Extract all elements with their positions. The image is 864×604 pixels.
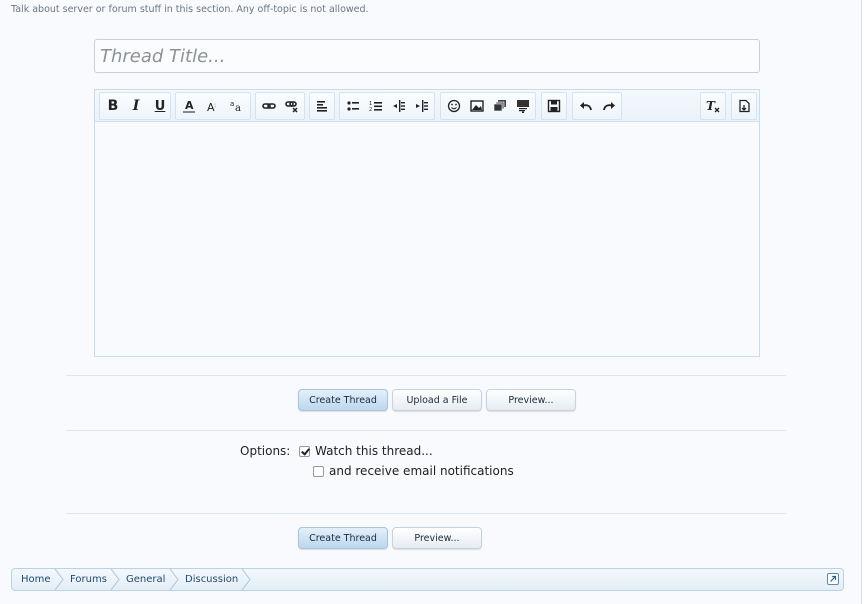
message-editor: B I U A A: aa 1 2 T <box>94 89 760 357</box>
svg-text:A: A <box>185 99 194 112</box>
svg-text:T: T <box>706 99 716 113</box>
bullet-list-icon[interactable] <box>343 96 363 116</box>
toolbar-group-insert <box>440 92 536 120</box>
breadcrumb-discussion[interactable]: Discussion <box>185 569 238 590</box>
create-thread-button-bottom[interactable]: Create Thread <box>298 527 388 549</box>
indent-icon[interactable] <box>412 96 432 116</box>
bold-icon[interactable]: B <box>103 96 123 116</box>
font-family-icon[interactable]: aa <box>227 96 247 116</box>
editor-toolbar: B I U A A: aa 1 2 T <box>95 90 759 122</box>
watch-thread-label: Watch this thread... <box>315 444 433 458</box>
link-icon[interactable] <box>259 96 279 116</box>
email-notifications-checkbox[interactable] <box>313 465 324 477</box>
divider <box>66 430 786 431</box>
media-icon[interactable] <box>490 96 510 116</box>
create-thread-button[interactable]: Create Thread <box>298 389 388 411</box>
breadcrumb-separator-icon <box>169 569 179 590</box>
breadcrumb-separator-icon <box>54 569 64 590</box>
breadcrumb-separator-icon <box>241 569 251 590</box>
editor-content-area[interactable] <box>95 122 759 356</box>
toolbar-group-text-style: B I U <box>99 92 171 120</box>
code-icon[interactable] <box>513 96 533 116</box>
svg-text:2: 2 <box>369 107 372 113</box>
upload-file-button[interactable]: Upload a File <box>392 389 482 411</box>
underline-icon[interactable]: U <box>150 96 170 116</box>
divider <box>66 375 786 376</box>
breadcrumb-separator-icon <box>110 569 120 590</box>
align-left-icon[interactable] <box>312 96 332 116</box>
text-color-icon[interactable]: A <box>179 96 199 116</box>
font-size-icon[interactable]: A: <box>203 96 223 116</box>
svg-text::: : <box>214 102 216 109</box>
page-container: Talk about server or forum stuff in this… <box>0 0 862 604</box>
undo-icon[interactable] <box>576 96 596 116</box>
toolbar-group-history <box>572 92 622 120</box>
forum-description: Talk about server or forum stuff in this… <box>11 4 369 15</box>
toolbar-group-draft <box>541 92 567 120</box>
italic-icon[interactable]: I <box>126 96 146 116</box>
toolbar-group-links <box>255 92 305 120</box>
image-icon[interactable] <box>467 96 487 116</box>
toolbar-group-align <box>309 92 335 120</box>
options-label: Options: <box>240 444 291 458</box>
toolbar-group-lists: 12 <box>339 92 435 120</box>
watch-thread-option[interactable]: Watch this thread... <box>299 444 433 458</box>
unlink-icon[interactable] <box>282 96 302 116</box>
toolbar-group-font: A A: aa <box>175 92 251 120</box>
breadcrumb-home[interactable]: Home <box>21 569 51 590</box>
email-notifications-label: and receive email notifications <box>329 464 514 478</box>
outdent-icon[interactable] <box>389 96 409 116</box>
divider <box>66 513 786 514</box>
toolbar-group-mode <box>731 92 757 120</box>
redo-icon[interactable] <box>599 96 619 116</box>
preview-button-bottom[interactable]: Preview... <box>392 527 482 549</box>
smiley-icon[interactable] <box>444 96 464 116</box>
toolbar-group-format: T <box>700 92 726 120</box>
preview-button[interactable]: Preview... <box>486 389 576 411</box>
remove-formatting-icon[interactable]: T <box>703 96 723 116</box>
jump-to-icon[interactable] <box>827 573 839 585</box>
thread-title-input[interactable] <box>94 39 760 73</box>
save-draft-icon[interactable] <box>544 96 564 116</box>
email-notifications-option[interactable]: and receive email notifications <box>313 464 514 478</box>
svg-text:a: a <box>230 100 234 108</box>
svg-text:a: a <box>235 103 241 113</box>
toggle-bbcode-icon[interactable] <box>734 96 754 116</box>
watch-thread-checkbox[interactable] <box>299 445 310 457</box>
breadcrumb: Home Forums General Discussion <box>11 568 844 591</box>
breadcrumb-forums[interactable]: Forums <box>70 569 107 590</box>
breadcrumb-general[interactable]: General <box>126 569 165 590</box>
numbered-list-icon[interactable]: 12 <box>366 96 386 116</box>
